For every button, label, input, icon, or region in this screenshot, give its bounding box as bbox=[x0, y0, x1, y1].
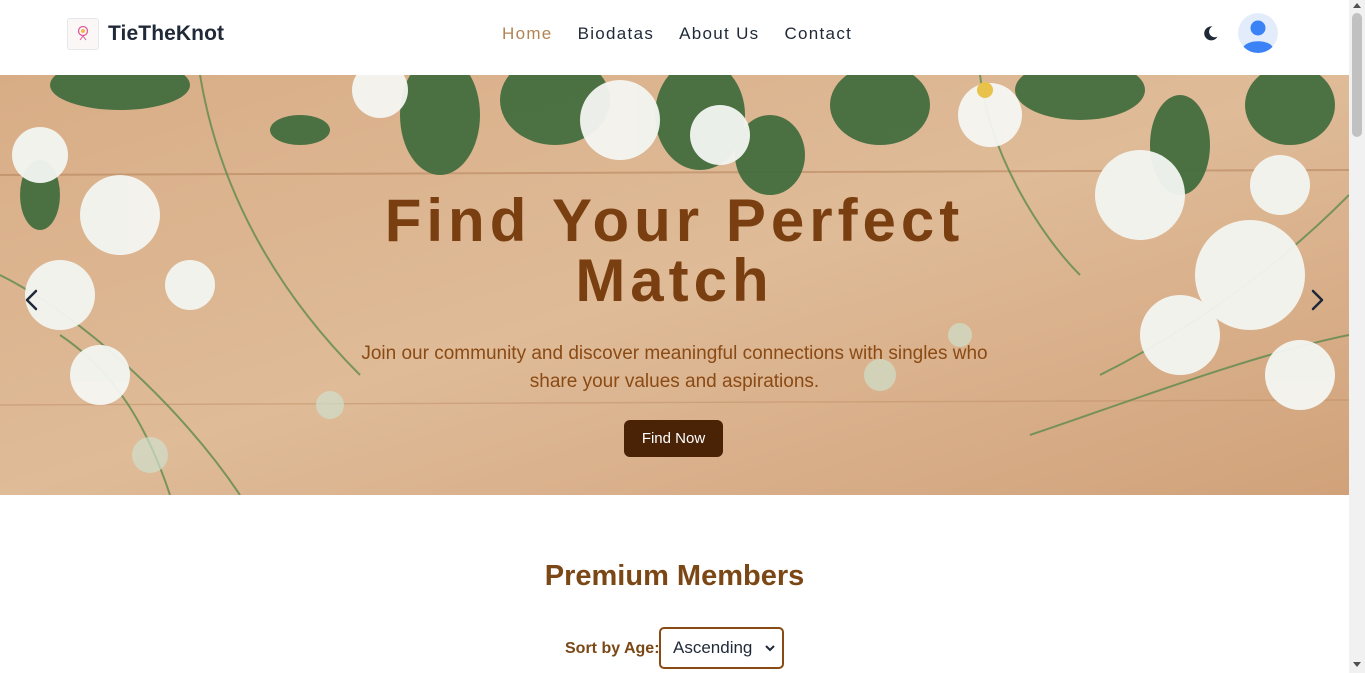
premium-members-heading: Premium Members bbox=[544, 560, 805, 592]
nav-link-home[interactable]: Home bbox=[502, 24, 553, 44]
hero-subtitle: Join our community and discover meaningf… bbox=[361, 343, 988, 392]
sort-by-age-select[interactable]: Ascending bbox=[659, 627, 784, 669]
chevron-down-icon bbox=[765, 645, 775, 652]
nav-link-about-us[interactable]: About Us bbox=[679, 24, 759, 44]
heart-rings-icon bbox=[77, 25, 89, 41]
find-now-button[interactable]: Find Now bbox=[624, 420, 723, 457]
chevron-right-icon[interactable] bbox=[1305, 287, 1329, 313]
scroll-up-icon[interactable] bbox=[1353, 3, 1361, 8]
brand-logo[interactable] bbox=[67, 18, 99, 50]
page-scrollbar[interactable] bbox=[1349, 0, 1365, 673]
chevron-left-icon[interactable] bbox=[20, 287, 44, 313]
nav-link-contact[interactable]: Contact bbox=[784, 24, 852, 44]
user-avatar-icon[interactable] bbox=[1238, 13, 1278, 53]
hero-title: Find Your Perfect Match bbox=[384, 187, 965, 314]
sort-select-value: Ascending bbox=[673, 638, 753, 657]
sort-by-age-label: Sort by Age: bbox=[565, 640, 660, 657]
main-nav: Home Biodatas About Us Contact bbox=[502, 24, 877, 44]
nav-link-biodatas[interactable]: Biodatas bbox=[578, 24, 655, 44]
navbar: TieTheKnot Home Biodatas About Us Contac… bbox=[0, 0, 1349, 75]
moon-icon[interactable] bbox=[1199, 22, 1221, 44]
hero-carousel: Find Your Perfect Match Join our communi… bbox=[0, 75, 1349, 495]
scroll-thumb[interactable] bbox=[1352, 13, 1362, 137]
scroll-down-icon[interactable] bbox=[1353, 662, 1361, 667]
brand-name[interactable]: TieTheKnot bbox=[108, 22, 224, 46]
